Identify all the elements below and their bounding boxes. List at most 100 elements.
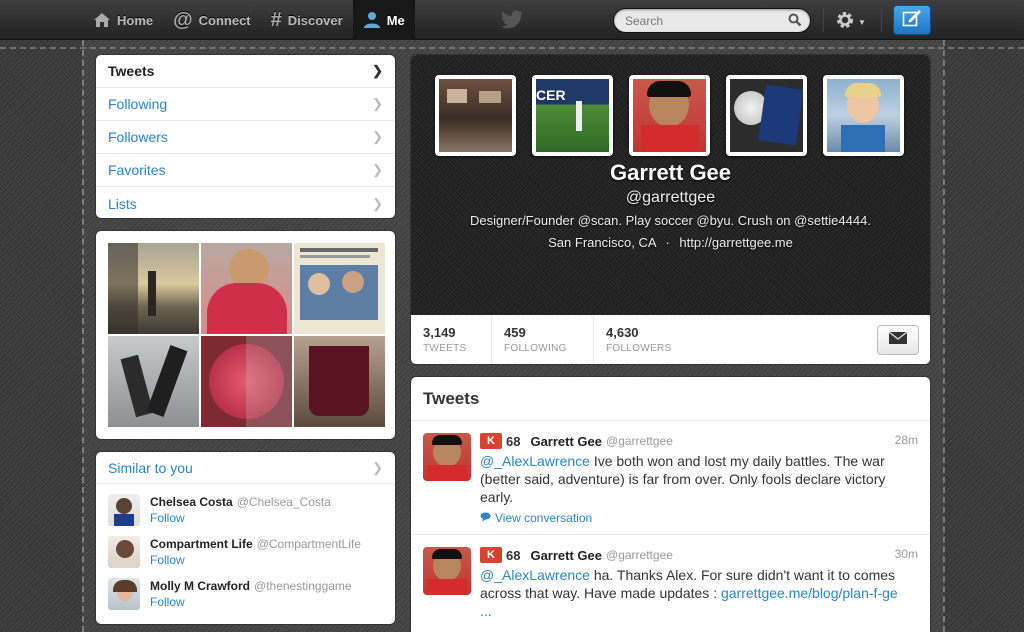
mention-link[interactable]: @_AlexLawrence <box>480 567 590 583</box>
hash-icon: # <box>270 8 282 31</box>
follow-button[interactable]: Follow <box>150 595 185 609</box>
klout-icon: K <box>480 433 502 449</box>
person-icon <box>363 11 381 29</box>
tweet[interactable]: K 68 Garrett Gee @garrettgee 30m @_AlexL… <box>411 535 930 632</box>
stat-value: 3,149 <box>423 325 456 340</box>
tweet-text: @_AlexLawrence ha. Thanks Alex. For sure… <box>480 566 918 620</box>
menu-item-label: Favorites <box>108 162 166 178</box>
recent-image[interactable] <box>726 75 807 156</box>
profile-stats: 3,149 TWEETS 459 FOLLOWING 4,630 FOLLOWERS <box>411 315 930 364</box>
similar-title: Similar to you <box>108 459 193 476</box>
profile-header: CER Garrett Gee @garrettgee Designer/Fou… <box>411 55 930 315</box>
chevron-right-icon: ❯ <box>372 195 383 211</box>
nav-connect[interactable]: @ Connect <box>163 0 261 40</box>
suggested-user-name[interactable]: Chelsea Costa @Chelsea_Costa <box>150 495 331 509</box>
similar-header[interactable]: Similar to you ❯ <box>96 452 395 484</box>
recent-image[interactable] <box>629 75 710 156</box>
klout-icon: K <box>480 547 502 563</box>
tweet-text: @_AlexLawrence Ive both won and lost my … <box>480 452 918 506</box>
tweet-timestamp[interactable]: 28m <box>895 433 918 447</box>
suggested-user-name[interactable]: Molly M Crawford @thenestinggame <box>150 579 352 593</box>
stat-tweets[interactable]: 3,149 TWEETS <box>411 315 492 364</box>
nav-me[interactable]: Me <box>352 0 415 40</box>
stat-label: FOLLOWERS <box>606 343 672 354</box>
mention-link[interactable]: @_AlexLawrence <box>480 453 590 469</box>
tweet-author-name[interactable]: Garrett Gee <box>530 548 602 563</box>
menu-item-label: Following <box>108 96 168 112</box>
chevron-right-icon: ❯ <box>372 63 383 78</box>
chevron-right-icon: ❯ <box>372 96 383 111</box>
stitch-line <box>0 47 1024 49</box>
media-thumbnail[interactable] <box>108 243 199 334</box>
follow-button[interactable]: Follow <box>150 511 185 525</box>
media-thumbnail[interactable] <box>201 336 292 427</box>
user-handle: @CompartmentLife <box>256 537 361 551</box>
timeline-title: Tweets <box>411 377 930 421</box>
tweet-url-ellipsis[interactable]: ... <box>480 603 492 619</box>
avatar[interactable] <box>423 547 471 595</box>
avatar[interactable] <box>108 578 140 610</box>
chevron-right-icon: ❯ <box>372 459 383 475</box>
divider <box>881 8 882 32</box>
gear-icon <box>835 10 855 35</box>
avatar[interactable] <box>108 536 140 568</box>
message-button[interactable] <box>877 325 919 355</box>
nav-me-label: Me <box>386 12 405 28</box>
stitch-line <box>943 40 945 632</box>
avatar[interactable] <box>108 494 140 526</box>
search-input[interactable] <box>625 14 785 28</box>
view-conversation-label: View conversation <box>495 511 593 525</box>
nav-home[interactable]: Home <box>83 0 163 40</box>
stat-value: 4,630 <box>606 325 639 340</box>
suggested-user-name[interactable]: Compartment Life @CompartmentLife <box>150 537 361 551</box>
profile-name: Garrett Gee <box>609 160 732 185</box>
menu-item-lists[interactable]: Lists ❯ <box>96 187 395 220</box>
profile-handle: @garrettgee <box>625 189 716 206</box>
caret-down-icon: ▼ <box>858 18 866 27</box>
profile-location: San Francisco, CA <box>548 235 656 250</box>
profile-location-line: San Francisco, CA · http://garrettgee.me <box>411 235 930 250</box>
search-box[interactable] <box>613 8 811 33</box>
stat-label: TWEETS <box>423 343 467 354</box>
settings-menu[interactable]: ▼ <box>835 10 866 35</box>
menu-item-followers[interactable]: Followers ❯ <box>96 121 395 154</box>
nav-discover[interactable]: # Discover <box>261 0 353 40</box>
top-bar: Home @ Connect # Discover Me ▼ <box>0 0 1024 40</box>
tweet-url-link[interactable]: garrettgee.me/blog/plan-f-ge <box>721 585 898 601</box>
envelope-icon <box>888 330 908 350</box>
stitch-line <box>82 40 84 632</box>
tweet-author-handle[interactable]: @garrettgee <box>606 548 673 562</box>
tweet-header: K 68 Garrett Gee @garrettgee <box>480 547 673 563</box>
avatar[interactable] <box>423 433 471 481</box>
chevron-right-icon: ❯ <box>372 129 383 144</box>
tweet[interactable]: K 68 Garrett Gee @garrettgee 28m @_AlexL… <box>411 421 930 535</box>
tweet-timestamp[interactable]: 30m <box>895 547 918 561</box>
media-thumbnail[interactable] <box>201 243 292 334</box>
follow-button[interactable]: Follow <box>150 553 185 567</box>
recent-image[interactable]: CER <box>532 75 613 156</box>
media-thumbnail[interactable] <box>108 336 199 427</box>
menu-item-favorites[interactable]: Favorites ❯ <box>96 154 395 187</box>
tweet-author-name[interactable]: Garrett Gee <box>530 434 602 449</box>
stat-following[interactable]: 459 FOLLOWING <box>492 315 594 364</box>
global-nav: Home @ Connect # Discover Me <box>83 0 415 40</box>
media-thumbnail[interactable] <box>294 336 385 427</box>
menu-item-tweets[interactable]: Tweets ❯ <box>96 55 395 88</box>
nav-discover-label: Discover <box>287 12 343 28</box>
profile-bio: Designer/Founder @scan. Play soccer @byu… <box>470 213 871 228</box>
view-conversation-link[interactable]: View conversation <box>480 511 592 525</box>
tweets-timeline: Tweets K 68 Garrett Gee @garrettgee 28m … <box>411 377 930 632</box>
user-name: Molly M Crawford <box>150 579 251 593</box>
menu-item-following[interactable]: Following ❯ <box>96 88 395 121</box>
compose-tweet-button[interactable] <box>893 5 931 35</box>
recent-image[interactable] <box>823 75 904 156</box>
profile-url-link[interactable]: http://garrettgee.me <box>679 235 792 250</box>
stat-followers[interactable]: 4,630 FOLLOWERS <box>594 315 704 364</box>
suggested-user: Molly M Crawford @thenestinggame Follow <box>96 572 395 614</box>
recent-image[interactable] <box>435 75 516 156</box>
user-name: Compartment Life <box>150 537 253 551</box>
media-thumbnail[interactable] <box>294 243 385 334</box>
stat-value: 459 <box>504 325 526 340</box>
search-icon[interactable] <box>788 13 802 32</box>
tweet-author-handle[interactable]: @garrettgee <box>606 434 673 448</box>
